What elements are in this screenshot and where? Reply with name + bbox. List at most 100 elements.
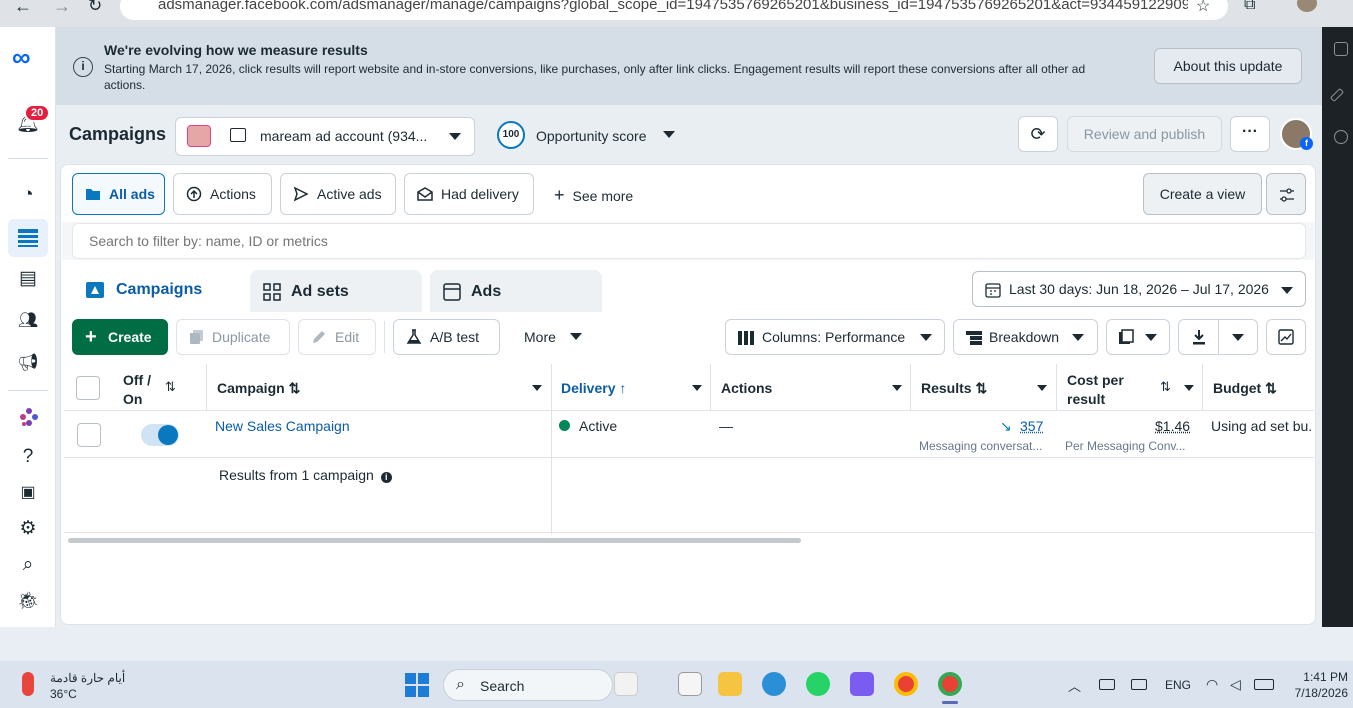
breakdown-button[interactable]: Breakdown (953, 319, 1098, 355)
chevron-down-icon[interactable] (1037, 385, 1047, 391)
speaker-icon[interactable]: ◁ (1230, 676, 1241, 693)
create-button[interactable]: + Create (72, 319, 168, 355)
view-active-ads[interactable]: Active ads (280, 173, 396, 215)
edge-browser-icon[interactable] (762, 672, 786, 696)
opportunity-score-badge[interactable]: 100 (497, 121, 525, 149)
row-checkbox[interactable] (77, 423, 101, 447)
document-icon[interactable]: ▣ (16, 482, 40, 504)
sports-app-icon[interactable] (614, 672, 638, 696)
chart-icon[interactable] (1334, 42, 1348, 56)
bookmark-star-icon[interactable]: ☆ (1196, 0, 1210, 16)
duplicate-button[interactable]: Duplicate (176, 319, 290, 355)
search-icon[interactable]: ⌕ (16, 554, 40, 576)
sort-icon[interactable]: ⇅ (1160, 379, 1171, 395)
column-divider[interactable] (1056, 364, 1057, 411)
chevron-down-icon[interactable] (532, 385, 542, 391)
weather-widget[interactable]: أيام حارة قادمة 36°C (50, 670, 125, 702)
more-actions-menu[interactable]: More (524, 329, 582, 345)
chevron-down-icon[interactable] (449, 133, 461, 140)
view-actions[interactable]: Actions (173, 173, 272, 215)
column-divider[interactable] (910, 364, 911, 411)
chrome-icon[interactable] (894, 672, 918, 696)
col-header-actions[interactable]: Actions (721, 380, 772, 396)
export-button[interactable] (1178, 319, 1258, 355)
col-header-cost-per-result[interactable]: Cost per result (1067, 371, 1137, 409)
forward-icon[interactable]: → (53, 0, 71, 17)
gauge-icon[interactable]: ◔ (16, 184, 40, 206)
reports-button[interactable] (1106, 319, 1170, 355)
ab-test-button[interactable]: A/B test (393, 319, 500, 355)
back-icon[interactable]: ← (14, 0, 32, 17)
col-header-budget[interactable]: Budget ⇅ (1213, 380, 1277, 397)
see-more-views[interactable]: + See more (554, 185, 633, 206)
sort-icon: ⇅ (1265, 380, 1277, 396)
display-icon[interactable] (1131, 679, 1147, 690)
chevron-up-icon[interactable]: ︿ (1068, 676, 1081, 695)
results-value[interactable]: 357 (1020, 418, 1043, 434)
url-text[interactable]: adsmanager.facebook.com/adsmanager/manag… (158, 0, 1188, 13)
campaign-name-link[interactable]: New Sales Campaign (215, 418, 350, 434)
column-divider[interactable] (1202, 364, 1203, 411)
chevron-down-icon[interactable] (692, 385, 702, 391)
audience-icon[interactable]: 👥︎ (16, 310, 40, 332)
ad-account-name[interactable]: maream ad account (934... (260, 128, 427, 144)
select-all-checkbox[interactable] (76, 376, 100, 400)
reload-icon[interactable]: ↻ (88, 0, 102, 16)
megaphone-icon[interactable]: 📢︎ (16, 352, 40, 374)
pages-icon[interactable]: ▤ (16, 268, 40, 290)
help-icon[interactable]: ? (16, 446, 40, 468)
whatsapp-icon[interactable] (806, 672, 830, 696)
sort-icon[interactable]: ⇅ (165, 379, 176, 395)
system-clock[interactable]: 1:41 PM 7/18/2026 (1290, 669, 1348, 701)
view-all-ads[interactable]: All ads (72, 173, 165, 215)
refresh-button[interactable]: ⟳ (1018, 116, 1058, 152)
more-options-button[interactable]: ··· (1230, 116, 1270, 152)
bug-icon[interactable]: 🐞︎ (16, 590, 40, 612)
col-header-results[interactable]: Results ⇅ (921, 380, 987, 397)
chevron-down-icon[interactable] (892, 385, 902, 391)
review-publish-button[interactable]: Review and publish (1067, 116, 1222, 152)
task-view-icon[interactable] (678, 672, 702, 696)
opportunity-score-label[interactable]: Opportunity score (536, 128, 647, 144)
charts-button[interactable] (1266, 319, 1306, 355)
meta-logo-icon[interactable]: ∞ (12, 44, 31, 70)
battery-icon[interactable] (1254, 679, 1274, 690)
column-divider[interactable] (710, 364, 711, 411)
taskbar-search[interactable]: ⌕ Search (443, 669, 613, 701)
info-icon[interactable]: i (380, 472, 392, 483)
apps-icon[interactable] (18, 406, 40, 428)
create-view-button[interactable]: Create a view (1143, 173, 1262, 215)
col-header-campaign[interactable]: Campaign ⇅ (217, 380, 300, 397)
col-header-off-on[interactable]: Off / On (123, 371, 159, 409)
windows-start-icon[interactable] (405, 673, 429, 697)
tab-ads[interactable]: Ads (430, 270, 602, 314)
chevron-down-icon[interactable] (1184, 385, 1194, 391)
wifi-icon[interactable]: ◠ (1206, 676, 1218, 693)
chevron-down-icon[interactable] (663, 131, 675, 138)
breakdown-label: Breakdown (989, 329, 1060, 345)
file-explorer-icon[interactable] (718, 672, 742, 696)
date-range-picker[interactable]: Last 30 days: Jun 18, 2026 – Jul 17, 202… (972, 271, 1306, 307)
view-settings-button[interactable] (1266, 173, 1306, 215)
sort-up-icon: ↑ (619, 380, 627, 396)
chrome-profile-icon[interactable] (938, 672, 962, 696)
view-had-delivery[interactable]: Had delivery (404, 173, 534, 215)
thermometer-icon[interactable] (22, 672, 34, 696)
clock-icon[interactable] (1334, 130, 1348, 144)
language-indicator[interactable]: ENG (1165, 678, 1191, 692)
col-header-delivery[interactable]: Delivery ↑ (561, 380, 626, 396)
edit-button[interactable]: Edit (298, 319, 376, 355)
column-divider[interactable] (206, 364, 207, 411)
copilot-icon[interactable] (850, 672, 874, 696)
keyboard-icon[interactable] (1099, 679, 1115, 690)
search-input[interactable] (72, 223, 1306, 259)
gear-icon[interactable]: ⚙ (16, 518, 40, 540)
about-update-button[interactable]: About this update (1154, 48, 1302, 84)
cost-value[interactable]: $1.46 (1155, 418, 1190, 434)
tab-ad-sets[interactable]: Ad sets (250, 270, 422, 314)
table-icon[interactable] (17, 228, 39, 248)
extensions-icon[interactable]: ⧉ (1244, 0, 1255, 14)
columns-button[interactable]: Columns: Performance (725, 319, 945, 355)
horizontal-scrollbar[interactable] (68, 538, 801, 543)
tab-campaigns[interactable]: Campaigns (72, 268, 243, 312)
